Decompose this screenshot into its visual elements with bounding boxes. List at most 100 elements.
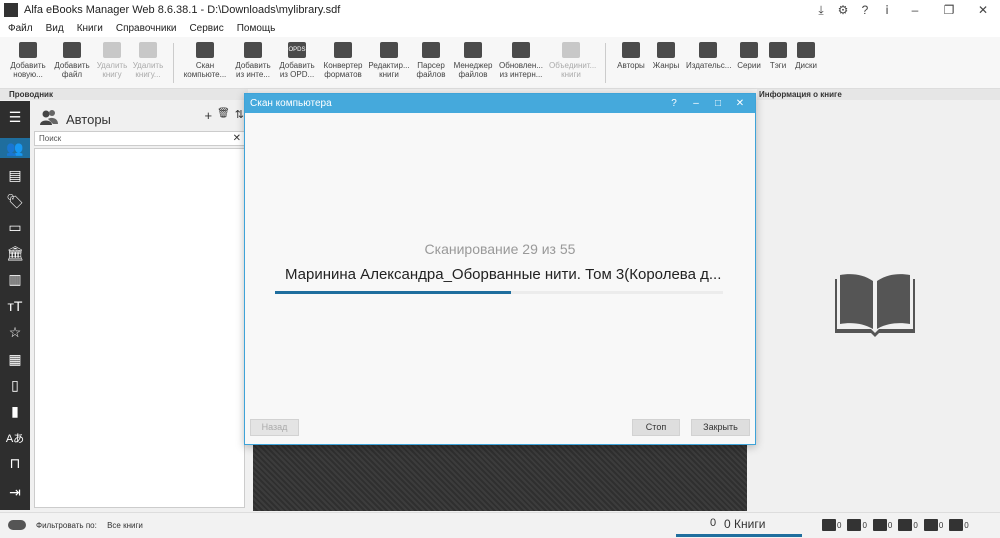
explorer-header: Проводник	[0, 89, 248, 100]
back-button[interactable]: Назад	[250, 419, 299, 436]
search-input[interactable]: Поиск ✕	[34, 131, 245, 146]
minimize-icon[interactable]: –	[898, 3, 932, 17]
update-internet-button[interactable]: Обновлен... из интерн...	[499, 39, 543, 85]
download-icon[interactable]: ⤓	[810, 3, 832, 18]
disks-nav-icon[interactable]: ▭	[4, 217, 26, 237]
dialog-title: Скан компьютера	[250, 98, 332, 109]
delete-icon[interactable]: 🗑	[217, 108, 230, 123]
convert-icon	[334, 42, 352, 58]
add-new-button[interactable]: Добавить новую...	[6, 39, 50, 85]
file-manager-button[interactable]: Менеджер файлов	[451, 39, 495, 85]
add-from-opds-button[interactable]: OPDS Добавить из OPD...	[275, 39, 319, 85]
converter-button[interactable]: Конвертер форматов	[321, 39, 365, 85]
hamburger-menu-icon[interactable]: ☰	[4, 107, 26, 127]
publisher-stat-icon	[872, 519, 887, 531]
tags-nav-icon[interactable]: 🏷	[4, 191, 26, 211]
help-icon[interactable]: ?	[854, 3, 876, 17]
file-parser-button[interactable]: Парсер файлов	[409, 39, 453, 85]
filter-label: Фильтровать по:	[36, 521, 97, 530]
dialog-controls: ? – □ ✕	[663, 94, 751, 113]
authors-stat-icon	[822, 519, 836, 531]
count-bar	[676, 534, 802, 537]
editor-button[interactable]: Редактир... книги	[367, 39, 411, 85]
menu-bar: Файл Вид Книги Справочники Сервис Помощь	[0, 20, 1000, 37]
book-count: 0 0 Книги	[676, 517, 802, 537]
rating-nav-icon[interactable]: ☆	[4, 322, 26, 342]
disks-button[interactable]: Диски	[784, 39, 828, 85]
maximize-icon[interactable]: ❐	[932, 3, 966, 17]
left-sidebar: ☰ 👥 ▤ 🏷 ▭ 🏛 ▥ ᴛT ☆ ▦ ▯ ▮ Aあ ⊓ ⇥	[0, 101, 30, 510]
menu-file[interactable]: Файл	[8, 23, 33, 34]
authors-list[interactable]	[34, 148, 245, 508]
add-file-icon	[63, 42, 81, 58]
count-label: 0 Книги	[724, 517, 766, 531]
dialog-help-icon[interactable]: ?	[663, 94, 685, 113]
menu-references[interactable]: Справочники	[116, 23, 177, 34]
menu-view[interactable]: Вид	[46, 23, 64, 34]
exit-nav-icon[interactable]: ⇥	[4, 482, 26, 502]
series-nav-icon[interactable]: ▥	[4, 269, 26, 289]
book-info-header: Информация о книге	[757, 89, 1000, 100]
current-file-name: Маринина Александра_Оборванные нити. Том…	[285, 266, 722, 283]
gear-icon[interactable]: ⚙	[832, 3, 854, 17]
library-nav-icon[interactable]: ⊓	[4, 453, 26, 473]
menu-books[interactable]: Книги	[77, 23, 103, 34]
disk-stat-icon	[949, 519, 964, 531]
status-stats: 0 0 0 0 0 0	[822, 519, 975, 531]
merge-books-button[interactable]: Объединит... книги	[549, 39, 596, 85]
barcode-icon	[422, 42, 440, 58]
search-placeholder: Поиск	[39, 134, 62, 143]
title-nav-icon[interactable]: ᴛT	[4, 296, 26, 316]
scan-computer-button[interactable]: Скан компьюте...	[183, 39, 227, 85]
title-bar: Alfa eBooks Manager Web 8.6.38.1 - D:\Do…	[0, 0, 1000, 20]
filter-status[interactable]: Фильтровать по: Все книги	[36, 521, 143, 530]
filter-value: Все книги	[107, 521, 143, 530]
file-nav-icon[interactable]: ▯	[4, 375, 26, 395]
cloud-icon[interactable]	[8, 520, 26, 530]
publishers-button[interactable]: Издательс...	[686, 39, 731, 85]
calendar-nav-icon[interactable]: ▦	[4, 349, 26, 369]
status-bar: Фильтровать по: Все книги 0 0 Книги 0 0 …	[0, 512, 1000, 538]
authors-stat: 0	[822, 519, 841, 531]
menu-service[interactable]: Сервис	[189, 23, 223, 34]
web-search-icon	[244, 42, 262, 58]
info-icon[interactable]: ⅰ	[876, 3, 898, 17]
genres-button[interactable]: Жанры	[644, 39, 688, 85]
publisher-icon	[699, 42, 717, 58]
toolbar-separator	[173, 43, 174, 83]
sort-icon[interactable]: ⇅	[235, 108, 244, 123]
book-info-panel	[757, 101, 1000, 510]
authors-panel: Авторы + 🗑 ⇅ Поиск ✕	[31, 101, 248, 510]
delete-book-files-button[interactable]: Удалить книгу...	[126, 39, 170, 85]
add-file-button[interactable]: Добавить файл	[50, 39, 94, 85]
dialog-minimize-icon[interactable]: –	[685, 94, 707, 113]
publisher-nav-icon[interactable]: 🏛	[4, 243, 26, 263]
clear-search-icon[interactable]: ✕	[233, 132, 241, 145]
authors-nav-icon[interactable]: 👥	[0, 138, 30, 158]
language-nav-icon[interactable]: Aあ	[4, 429, 26, 449]
files-icon	[464, 42, 482, 58]
dialog-close-icon[interactable]: ✕	[729, 94, 751, 113]
edit-book-icon	[380, 42, 398, 58]
scan-dialog: Скан компьютера ? – □ ✕ Сканирование 29 …	[244, 93, 756, 445]
close-button[interactable]: Закрыть	[691, 419, 750, 436]
tags-stat: 0	[923, 519, 943, 531]
add-from-internet-button[interactable]: Добавить из инте...	[231, 39, 275, 85]
dialog-maximize-icon[interactable]: □	[707, 94, 729, 113]
stop-button[interactable]: Стоп	[632, 419, 680, 436]
genres-nav-icon[interactable]: ▤	[4, 165, 26, 185]
dialog-title-bar[interactable]: Скан компьютера ? – □ ✕	[245, 94, 755, 113]
tags-stat-icon	[923, 519, 938, 531]
menu-help[interactable]: Помощь	[237, 23, 276, 34]
panel-actions: + 🗑 ⇅	[204, 108, 244, 123]
genres-stat: 0	[847, 519, 867, 531]
book-nav-icon[interactable]: ▮	[4, 401, 26, 421]
trash-icon	[103, 42, 121, 58]
authors-icon	[622, 42, 640, 58]
scan-progress-text: Сканирование 29 из 55	[424, 241, 576, 257]
genres-icon	[657, 42, 675, 58]
close-icon[interactable]: ✕	[966, 3, 1000, 17]
merge-icon	[562, 42, 580, 58]
disks-stat: 0	[949, 519, 969, 531]
add-icon[interactable]: +	[204, 108, 212, 123]
